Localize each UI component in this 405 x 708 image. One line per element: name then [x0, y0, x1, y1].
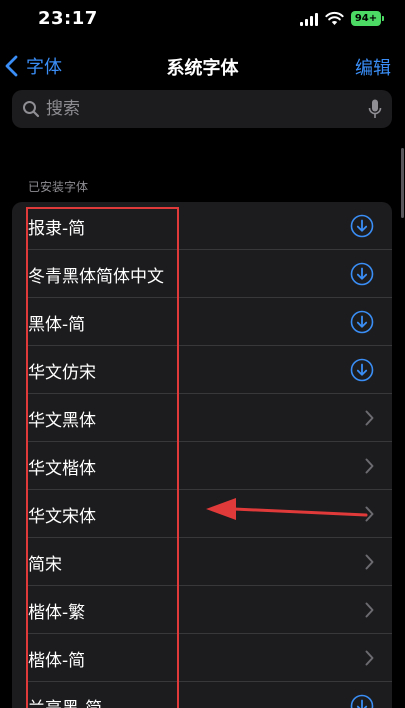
font-name-label: 楷体-繁: [28, 603, 86, 623]
edit-button[interactable]: 编辑: [355, 54, 391, 80]
screen: 23:17 94+ 字体 系统字体 编辑 搜索 已安装字体 报隶-简 冬青黑体简…: [0, 0, 405, 708]
download-icon[interactable]: [350, 310, 374, 334]
download-icon[interactable]: [350, 214, 374, 238]
download-icon[interactable]: [350, 358, 374, 382]
font-list-item[interactable]: 冬青黑体简体中文: [12, 250, 392, 298]
font-list-item[interactable]: 简宋: [12, 538, 392, 586]
chevron-right-icon: [365, 506, 374, 522]
chevron-right-icon: [365, 458, 374, 474]
cellular-signal-icon: [300, 13, 320, 26]
section-header: 已安装字体: [28, 180, 89, 194]
font-list: 报隶-简冬青黑体简体中文 黑体-简华文仿宋华文黑体华文楷体华文宋体简宋楷体-繁楷体…: [12, 202, 392, 708]
font-name-label: 华文宋体: [28, 507, 96, 527]
font-name-label: 华文楷体: [28, 459, 96, 479]
font-name-label: 简宋: [28, 555, 62, 575]
font-list-item[interactable]: 兰亭黑-简: [12, 682, 392, 708]
chevron-right-icon: [365, 602, 374, 618]
font-name-label: 华文仿宋: [28, 363, 96, 383]
search-input[interactable]: [46, 90, 366, 128]
back-button[interactable]: 字体: [4, 52, 62, 80]
font-list-item[interactable]: 华文仿宋: [12, 346, 392, 394]
search-icon: [23, 101, 40, 118]
wifi-icon: [325, 11, 344, 25]
download-icon[interactable]: [350, 262, 374, 286]
font-list-item[interactable]: 华文宋体: [12, 490, 392, 538]
status-bar: 23:17 94+: [0, 0, 405, 40]
font-list-item[interactable]: 华文楷体: [12, 442, 392, 490]
font-name-label: 黑体-简: [28, 315, 86, 335]
download-icon[interactable]: [350, 694, 374, 708]
status-time: 23:17: [38, 8, 98, 29]
font-list-item[interactable]: 华文黑体: [12, 394, 392, 442]
font-name-label: 兰亭黑-简: [28, 694, 102, 708]
search-bar[interactable]: [12, 90, 392, 128]
font-list-item[interactable]: 楷体-繁: [12, 586, 392, 634]
navigation-bar: 字体 系统字体 编辑: [0, 44, 405, 88]
font-list-item[interactable]: 黑体-简: [12, 298, 392, 346]
chevron-right-icon: [365, 554, 374, 570]
font-name-label: 楷体-简: [28, 651, 86, 671]
chevron-right-icon: [365, 650, 374, 666]
font-list-item[interactable]: 楷体-简: [12, 634, 392, 682]
chevron-right-icon: [365, 410, 374, 426]
font-name-label: 华文黑体: [28, 411, 96, 431]
scroll-indicator[interactable]: [401, 148, 404, 218]
back-label: 字体: [26, 57, 62, 78]
microphone-icon[interactable]: [368, 99, 382, 119]
font-name-label: 报隶-简: [28, 219, 86, 239]
font-name-label: 冬青黑体简体中文: [28, 267, 164, 287]
battery-cap: [382, 16, 384, 21]
battery-indicator: 94+: [351, 11, 381, 26]
font-list-item[interactable]: 报隶-简: [12, 202, 392, 250]
chevron-left-icon: [5, 55, 18, 77]
